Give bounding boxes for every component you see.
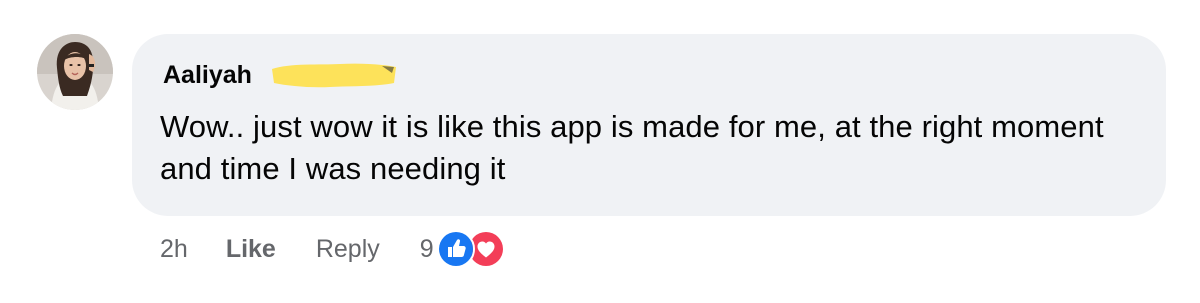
redaction-mark (270, 61, 398, 89)
comment-actions: 2h Like Reply 9 (160, 229, 509, 269)
like-button[interactable]: Like (226, 235, 276, 264)
reaction-count: 9 (419, 234, 434, 263)
comment-text: Wow.. just wow it is like this app is ma… (160, 109, 1104, 186)
reply-button[interactable]: Reply (316, 235, 380, 264)
timestamp[interactable]: 2h (160, 235, 188, 264)
comment: Aaliyah Wow.. just wow it is like this a… (0, 0, 1200, 303)
avatar-photo (37, 34, 113, 110)
reaction-summary[interactable]: 9 (420, 230, 509, 268)
author-name[interactable]: Aaliyah (163, 60, 252, 90)
reaction-icons (436, 230, 509, 268)
comment-bubble: Aaliyah Wow.. just wow it is like this a… (132, 34, 1166, 216)
like-icon (436, 230, 475, 268)
avatar[interactable] (37, 34, 113, 110)
